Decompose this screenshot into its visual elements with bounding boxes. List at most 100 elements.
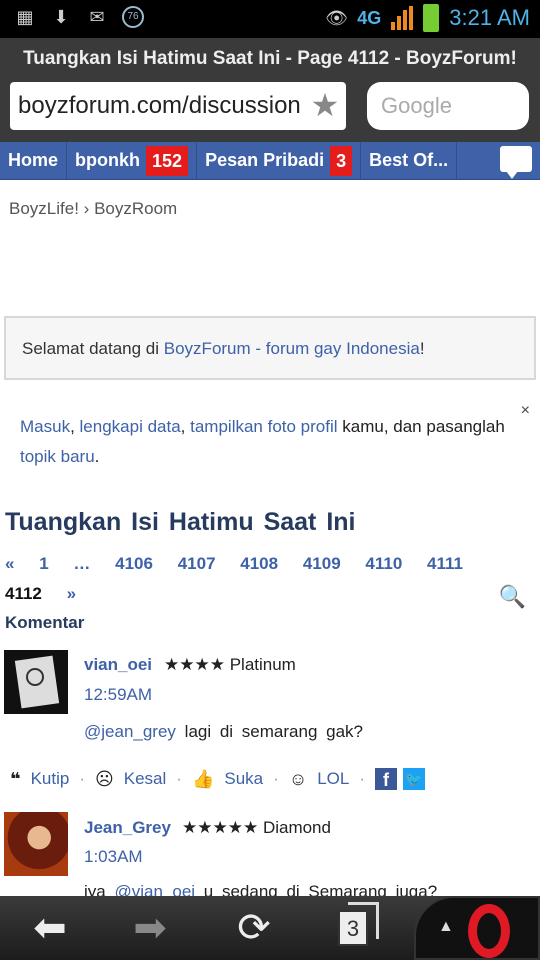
separator: · [273,769,279,788]
battery-icon [423,4,440,32]
rank-label: Platinum [229,655,296,674]
status-bar: ▦ ⬇ ✉ 76 👁 4G 3:21 AM [0,0,540,38]
mention-link[interactable]: @vian_oei [114,882,195,896]
login-mid: kamu, dan pasanglah [337,417,505,436]
quote-icon: ❝ [10,768,21,789]
breadcrumb-boyzlife[interactable]: BoyzLife! [9,199,79,218]
notification-count-icon: 76 [122,6,144,28]
page-title-bar: Tuangkan Isi Hatimu Saat Ini - Page 4112… [0,38,540,80]
avatar[interactable] [4,650,68,714]
mention-link[interactable]: @jean_grey [84,722,176,741]
pagination: « 1 … 4106 4107 4108 4109 4110 4111 4112… [5,554,535,604]
angry-button[interactable]: ☹ Kesal [95,769,166,790]
page-link[interactable]: 4107 [178,554,216,574]
nav-best-of[interactable]: Best Of... [361,141,458,180]
complete-data-link[interactable]: lengkapi data [80,417,181,436]
opera-logo-icon [468,904,510,958]
download-icon: ⬇ [53,7,69,27]
bookmark-star-icon[interactable]: ★ [308,88,342,122]
comment-time[interactable]: 1:03AM [84,847,143,867]
search-icon[interactable]: 🔍 [499,584,526,610]
page-next[interactable]: » [67,584,76,604]
url-text: boyzforum.com/discussion [18,92,301,119]
page-current: 4112 [5,584,42,603]
separator: · [359,769,366,788]
nav-messages-label: Pesan Pribadi [205,150,325,170]
welcome-box: Selamat datang di BoyzForum - forum gay … [4,316,536,380]
page-link[interactable]: 4111 [427,554,463,574]
thread-title: Tuangkan Isi Hatimu Saat Ini [5,508,356,536]
angry-label: Kesal [123,769,167,788]
lol-button[interactable]: ☺ LOL [289,769,350,790]
eye-icon: 👁 [325,8,349,28]
comment-body: @jean_grey lagi di semarang gak? [84,722,363,742]
like-label: Suka [224,769,264,788]
opera-menu-button[interactable]: ▲ [414,896,540,960]
chevron-up-icon: ▲ [438,918,454,935]
page-link[interactable]: 4109 [303,554,341,574]
signal-icon [391,6,414,30]
quote-button[interactable]: ❝ Kutip [10,769,69,790]
chat-icon[interactable] [500,146,532,179]
mail-icon: ✉ [89,7,105,27]
network-type: 4G [357,7,382,28]
rank-stars: ★★★★★ [182,818,259,837]
comment-time[interactable]: 12:59AM [84,685,152,705]
welcome-prefix: Selamat datang di [22,339,164,358]
login-sep-1: , [70,417,80,436]
nav-profile-label: bponkh [75,150,141,170]
page-link[interactable]: 4108 [240,554,278,574]
rank-stars: ★★★★ [164,655,225,674]
forum-nav: Home bponkh 152 Pesan Pribadi 3 Best Of... [0,141,540,180]
page-prev[interactable]: « [5,554,14,574]
page-link[interactable]: 4106 [115,554,153,574]
page-link[interactable]: 1 [39,554,48,574]
nav-best-of-label: Best Of... [369,150,449,170]
notification-badge: 152 [146,145,189,176]
breadcrumb-separator: › [83,199,90,218]
new-topic-link[interactable]: topik baru [20,447,95,466]
breadcrumb-boyzroom[interactable]: BoyzRoom [94,199,177,218]
tabs-button[interactable]: 3 [338,902,379,946]
page-ellipsis: … [73,554,91,573]
facebook-icon[interactable]: f [375,768,398,790]
twitter-icon[interactable]: 🐦 [403,768,426,790]
comments-heading: Komentar [5,613,85,632]
comment-text: lagi di semarang gak? [175,722,363,741]
comment-body: iya @vian_oei u sedang di Semarang juga? [84,882,437,896]
back-button[interactable]: ⬅ [24,904,76,952]
browser-toolbar: ⬅ ➡ ⟳ 3 ▲ [0,896,540,960]
page-link[interactable]: 4110 [365,554,402,574]
lol-label: LOL [317,769,350,788]
login-link[interactable]: Masuk [20,417,70,436]
nav-home[interactable]: Home [0,141,68,180]
comment-rank: ★★★★★ Diamond [182,818,331,838]
welcome-suffix: ! [419,339,425,358]
url-field[interactable]: boyzforum.com/discussion ★ [10,82,346,130]
nav-messages[interactable]: Pesan Pribadi 3 [197,141,362,180]
separator: · [176,769,182,788]
clock: 3:21 AM [449,5,530,30]
comment-text-pre: iya [84,882,115,896]
address-row: boyzforum.com/discussion ★ Google [0,80,540,142]
search-input[interactable]: Google [367,82,529,130]
rank-label: Diamond [262,818,331,837]
forward-button[interactable]: ➡ [124,904,176,952]
login-prompt: Masuk, lengkapi data, tampilkan foto pro… [20,412,510,472]
close-icon[interactable]: × [521,402,530,420]
quote-label: Kutip [30,769,70,788]
login-end: . [94,447,100,466]
bbm-icon: ▦ [16,7,34,27]
like-button[interactable]: 👍 Suka [192,769,263,790]
welcome-link[interactable]: BoyzForum - forum gay Indonesia [164,339,420,358]
nav-profile[interactable]: bponkh 152 [67,141,198,180]
reload-button[interactable]: ⟳ [228,904,280,952]
comment-actions: ❝ Kutip · ☹ Kesal · 👍 Suka · ☺ LOL · f 🐦 [10,768,426,790]
avatar[interactable] [4,812,68,876]
comment-username[interactable]: vian_oei [84,655,152,675]
comment-username[interactable]: Jean_Grey [84,818,171,838]
separator: · [79,769,85,788]
show-photo-link[interactable]: tampilkan foto profil [190,417,337,436]
comment-text: u sedang di Semarang juga? [195,882,438,896]
laugh-icon: ☺ [288,768,308,789]
